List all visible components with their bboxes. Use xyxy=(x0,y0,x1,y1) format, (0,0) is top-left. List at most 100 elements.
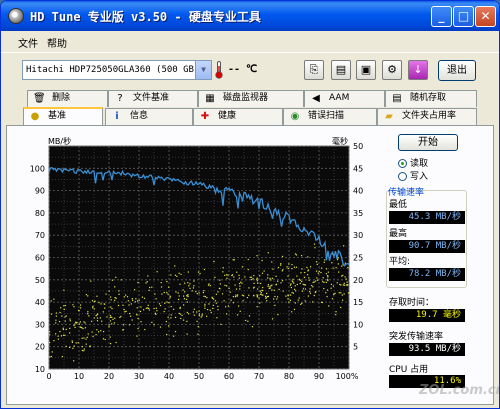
access-time-point xyxy=(296,283,298,286)
access-time-point xyxy=(256,296,258,298)
access-time-point xyxy=(210,311,212,314)
access-time-point xyxy=(148,307,150,309)
access-time-point xyxy=(62,334,65,336)
access-time-point xyxy=(226,313,228,315)
access-time-point xyxy=(81,327,83,329)
access-time-point xyxy=(214,300,217,302)
access-time-point xyxy=(294,285,296,287)
access-time-point xyxy=(115,276,117,278)
access-time-point xyxy=(212,307,214,310)
access-time-point xyxy=(280,264,282,266)
access-time-point xyxy=(81,349,83,352)
access-time-point xyxy=(135,298,137,300)
access-time-point xyxy=(253,274,255,277)
access-time-point xyxy=(77,342,79,344)
access-time-point xyxy=(259,275,261,277)
access-time-point xyxy=(180,273,182,275)
access-time-point xyxy=(271,277,274,279)
write-radio[interactable]: 写入 xyxy=(398,169,478,182)
access-time-point xyxy=(326,296,328,298)
access-time-point xyxy=(227,274,229,276)
access-time-point xyxy=(343,282,345,284)
access-time-point xyxy=(62,328,64,331)
access-time-point xyxy=(304,300,306,302)
access-time-point xyxy=(266,300,268,302)
access-time-point xyxy=(111,307,113,310)
access-time-point xyxy=(129,312,131,315)
access-time-point xyxy=(307,256,309,258)
access-time-point xyxy=(208,283,210,285)
access-time-point xyxy=(96,295,98,297)
burst-rate-unit: MB/秒 xyxy=(435,344,461,354)
access-time-point xyxy=(203,290,205,292)
access-time-point xyxy=(137,317,139,320)
access-time-point xyxy=(315,270,318,272)
access-time-point xyxy=(320,271,322,274)
access-time-point xyxy=(309,292,312,294)
access-time-point xyxy=(249,276,251,278)
y-right-tick-label: 50 xyxy=(353,142,363,151)
access-time-point xyxy=(74,323,76,325)
access-time-point xyxy=(91,331,93,333)
access-time-point xyxy=(301,280,303,283)
access-time-point xyxy=(91,320,93,322)
access-time-point xyxy=(226,277,228,279)
y-right-tick-label: 15 xyxy=(353,298,363,307)
access-time-point xyxy=(334,292,336,294)
access-time-point xyxy=(256,294,258,296)
access-time-point xyxy=(327,276,329,278)
access-time-point xyxy=(193,308,195,310)
access-time-point xyxy=(130,315,132,317)
burst-rate-label: 突发传输速率 xyxy=(389,332,444,342)
access-time-point xyxy=(293,282,295,284)
access-time-point xyxy=(308,279,310,281)
access-time-point xyxy=(92,305,94,308)
access-time-point xyxy=(187,294,189,296)
access-time-point xyxy=(235,294,237,296)
access-time-point xyxy=(63,308,65,311)
min-unit: MB/秒 xyxy=(435,212,461,222)
access-time-point xyxy=(245,319,247,322)
access-time-point xyxy=(312,301,314,303)
access-time-point xyxy=(62,327,64,329)
access-time-point xyxy=(174,316,177,318)
access-time-point xyxy=(109,320,112,322)
access-time-point xyxy=(53,340,55,342)
start-button[interactable]: 开始 xyxy=(398,134,458,151)
read-radio[interactable]: 读取 xyxy=(398,156,478,169)
access-time-point xyxy=(307,270,309,272)
access-time-point xyxy=(227,305,229,307)
access-time-point xyxy=(60,307,62,309)
access-time-point xyxy=(71,340,73,342)
access-time-point xyxy=(111,316,113,318)
access-time-point xyxy=(235,288,238,290)
access-time-point xyxy=(87,311,89,313)
min-label: 最低 xyxy=(389,200,408,210)
access-time-point xyxy=(271,289,273,291)
access-time-point xyxy=(136,307,138,309)
access-time-point xyxy=(110,299,112,301)
access-time-point xyxy=(313,294,315,297)
access-time-point xyxy=(337,263,339,265)
access-time-point xyxy=(91,300,94,302)
access-time-point xyxy=(201,313,203,315)
access-time-point xyxy=(72,347,74,349)
access-time-point xyxy=(209,309,211,311)
access-time-point xyxy=(225,274,228,276)
access-time-point xyxy=(239,310,241,312)
access-time-point xyxy=(275,275,277,277)
tab-benchmark[interactable]: ● 基准 xyxy=(23,107,103,125)
access-time-point xyxy=(269,277,271,280)
access-time-point xyxy=(206,297,208,299)
access-time-point xyxy=(178,295,180,297)
access-time-point xyxy=(294,253,297,255)
access-time-point xyxy=(125,310,127,312)
access-time-point xyxy=(324,259,326,261)
access-time-point xyxy=(90,280,92,282)
access-time-point xyxy=(102,338,105,340)
y-right-tick-label: 30 xyxy=(353,231,363,240)
access-time-point xyxy=(166,333,168,336)
access-time-point xyxy=(159,326,162,328)
access-time-point xyxy=(204,303,206,305)
x-tick-label: 80 xyxy=(284,372,294,381)
